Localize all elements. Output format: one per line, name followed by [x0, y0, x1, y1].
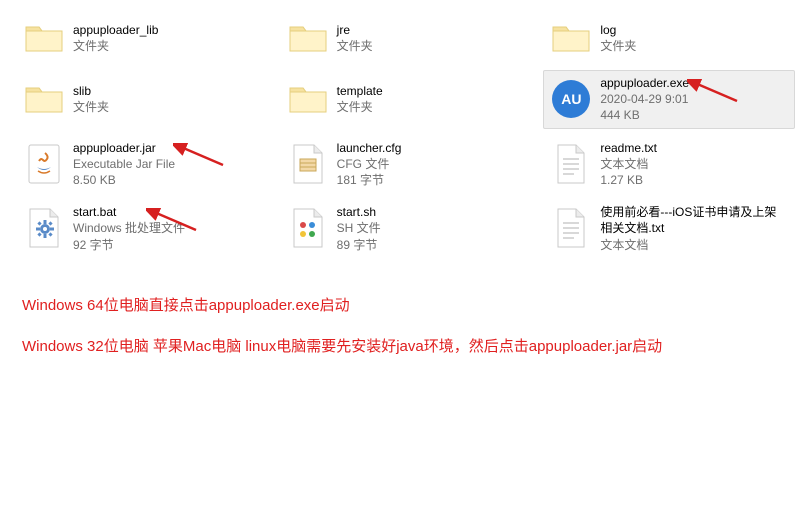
file-name: log	[600, 22, 636, 38]
file-item-jre[interactable]: jre 文件夹	[280, 12, 532, 64]
file-type: 文件夹	[73, 38, 158, 54]
file-name: start.bat	[73, 204, 185, 220]
note-line-1: Windows 64位电脑直接点击appuploader.exe启动	[22, 294, 789, 315]
file-name: start.sh	[337, 204, 381, 220]
file-type: Windows 批处理文件	[73, 220, 185, 236]
file-item-guide-txt[interactable]: 使用前必看---iOS证书申请及上架相关文档.txt 文本文档	[543, 199, 795, 258]
folder-icon	[550, 17, 592, 59]
file-type: 文件夹	[600, 38, 636, 54]
file-item-appuploader-lib[interactable]: appuploader_lib 文件夹	[16, 12, 268, 64]
au-badge: AU	[552, 80, 590, 118]
folder-icon	[287, 17, 329, 59]
file-name: readme.txt	[600, 140, 657, 156]
file-item-readme-txt[interactable]: readme.txt 文本文档 1.27 KB	[543, 135, 795, 194]
file-name: jre	[337, 22, 373, 38]
file-name: slib	[73, 83, 109, 99]
file-name: appuploader_lib	[73, 22, 158, 38]
file-size: 8.50 KB	[73, 172, 175, 188]
file-item-start-sh[interactable]: start.sh SH 文件 89 字节	[280, 199, 532, 258]
folder-icon	[287, 78, 329, 120]
file-size: 89 字节	[337, 237, 381, 253]
file-item-appuploader-exe[interactable]: AU appuploader.exe 2020-04-29 9:01 444 K…	[543, 70, 795, 129]
file-item-slib[interactable]: slib 文件夹	[16, 70, 268, 129]
file-name: appuploader.exe	[600, 75, 689, 91]
folder-icon	[23, 17, 65, 59]
file-size: 1.27 KB	[600, 172, 657, 188]
file-type: CFG 文件	[337, 156, 402, 172]
note-line-2: Windows 32位电脑 苹果Mac电脑 linux电脑需要先安装好java环…	[22, 335, 789, 356]
file-item-launcher-cfg[interactable]: launcher.cfg CFG 文件 181 字节	[280, 135, 532, 194]
file-item-template[interactable]: template 文件夹	[280, 70, 532, 129]
instruction-notes: Windows 64位电脑直接点击appuploader.exe启动 Windo…	[0, 266, 811, 356]
bat-icon	[23, 207, 65, 249]
file-grid: appuploader_lib 文件夹 jre 文件夹 log 文件夹 slib…	[0, 0, 811, 266]
txt-icon	[550, 143, 592, 185]
folder-icon	[23, 78, 65, 120]
txt-icon	[550, 207, 592, 249]
file-type: 文本文档	[600, 156, 657, 172]
sh-icon	[287, 207, 329, 249]
file-type: SH 文件	[337, 220, 381, 236]
file-size: 92 字节	[73, 237, 185, 253]
file-name: template	[337, 83, 383, 99]
file-type: 文本文档	[600, 237, 788, 253]
file-name: appuploader.jar	[73, 140, 175, 156]
file-name: launcher.cfg	[337, 140, 402, 156]
file-size: 444 KB	[600, 107, 689, 123]
file-size: 181 字节	[337, 172, 402, 188]
file-type: 文件夹	[73, 99, 109, 115]
file-item-start-bat[interactable]: start.bat Windows 批处理文件 92 字节	[16, 199, 268, 258]
cfg-icon	[287, 143, 329, 185]
file-name: 使用前必看---iOS证书申请及上架相关文档.txt	[600, 204, 788, 236]
file-item-appuploader-jar[interactable]: appuploader.jar Executable Jar File 8.50…	[16, 135, 268, 194]
file-type: Executable Jar File	[73, 156, 175, 172]
jar-icon	[23, 143, 65, 185]
exe-icon: AU	[550, 78, 592, 120]
file-type: 文件夹	[337, 99, 383, 115]
file-date: 2020-04-29 9:01	[600, 91, 689, 107]
file-item-log[interactable]: log 文件夹	[543, 12, 795, 64]
file-type: 文件夹	[337, 38, 373, 54]
